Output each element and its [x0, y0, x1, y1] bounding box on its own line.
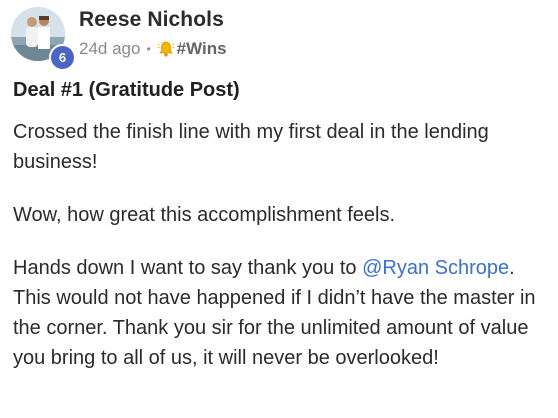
post-meta: 24d ago • #Wins	[79, 39, 227, 59]
post-paragraph-3: Hands down I want to say thank you to @R…	[13, 253, 547, 373]
bell-icon	[157, 40, 175, 58]
avatar[interactable]: 6	[11, 7, 76, 71]
meta-separator: •	[146, 42, 151, 56]
post-body: Crossed the finish line with my first de…	[13, 117, 547, 396]
post-card: 6 Reese Nichols 24d ago • #Wins Deal #1 …	[0, 0, 558, 418]
post-paragraph-1: Crossed the finish line with my first de…	[13, 121, 489, 173]
level-badge: 6	[49, 44, 76, 71]
paragraph-3-text-before: Hands down I want to say thank you to	[13, 257, 363, 279]
user-mention-link[interactable]: @Ryan Schrope	[362, 257, 509, 279]
post-time: 24d ago	[79, 39, 141, 58]
post-paragraph-2: Wow, how great this accomplishment feels…	[13, 204, 396, 226]
author-name[interactable]: Reese Nichols	[79, 8, 224, 32]
post-title: Deal #1 (Gratitude Post)	[13, 79, 240, 101]
post-category[interactable]: #Wins	[177, 39, 227, 59]
